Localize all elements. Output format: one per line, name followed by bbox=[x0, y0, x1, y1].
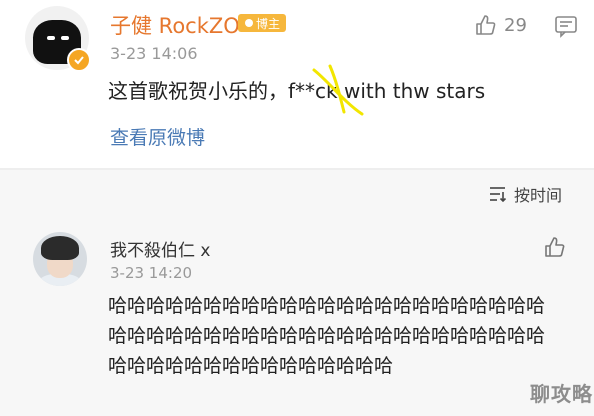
post-username[interactable]: 子健 RockZO bbox=[110, 10, 240, 40]
blogger-badge: 博主 bbox=[238, 14, 286, 32]
avatar-eye bbox=[61, 36, 69, 40]
comment-button[interactable] bbox=[554, 14, 578, 42]
reply-username[interactable]: 我不殺伯仁 x bbox=[110, 236, 210, 261]
post-content: 这首歌祝贺小乐的，f**ck with thw stars bbox=[108, 79, 486, 103]
reply-avatar[interactable] bbox=[33, 232, 87, 286]
message-icon bbox=[555, 16, 577, 38]
sort-icon bbox=[490, 187, 507, 203]
sort-by-time-button[interactable]: 按时间 bbox=[488, 182, 562, 206]
reply-content: 哈哈哈哈哈哈哈哈哈哈哈哈哈哈哈哈哈哈哈哈哈哈哈哈哈哈哈哈哈哈哈哈哈哈哈哈哈哈哈哈… bbox=[108, 295, 546, 377]
view-original-link[interactable]: 查看原微博 bbox=[110, 123, 205, 150]
post-card: 子健 RockZO 博主 3-23 14:06 29 这首歌祝贺小乐的，f**c… bbox=[0, 0, 594, 168]
like-count: 29 bbox=[504, 14, 527, 36]
thumbs-up-icon bbox=[476, 15, 496, 35]
watermark-logo: 聊攻略 bbox=[530, 382, 593, 406]
like-button[interactable]: 29 bbox=[474, 14, 527, 36]
sort-label: 按时间 bbox=[514, 186, 563, 205]
verified-icon bbox=[67, 48, 91, 72]
scribble-mark bbox=[312, 64, 364, 116]
badge-star-icon bbox=[244, 19, 253, 27]
reply-timestamp: 3-23 14:20 bbox=[110, 264, 193, 282]
thumbs-up-icon bbox=[545, 237, 565, 257]
avatar-eye bbox=[47, 36, 55, 40]
post-timestamp: 3-23 14:06 bbox=[110, 44, 198, 63]
reply-like-button[interactable] bbox=[543, 236, 565, 262]
avatar-hair bbox=[41, 236, 79, 260]
badge-label: 博主 bbox=[255, 16, 280, 31]
